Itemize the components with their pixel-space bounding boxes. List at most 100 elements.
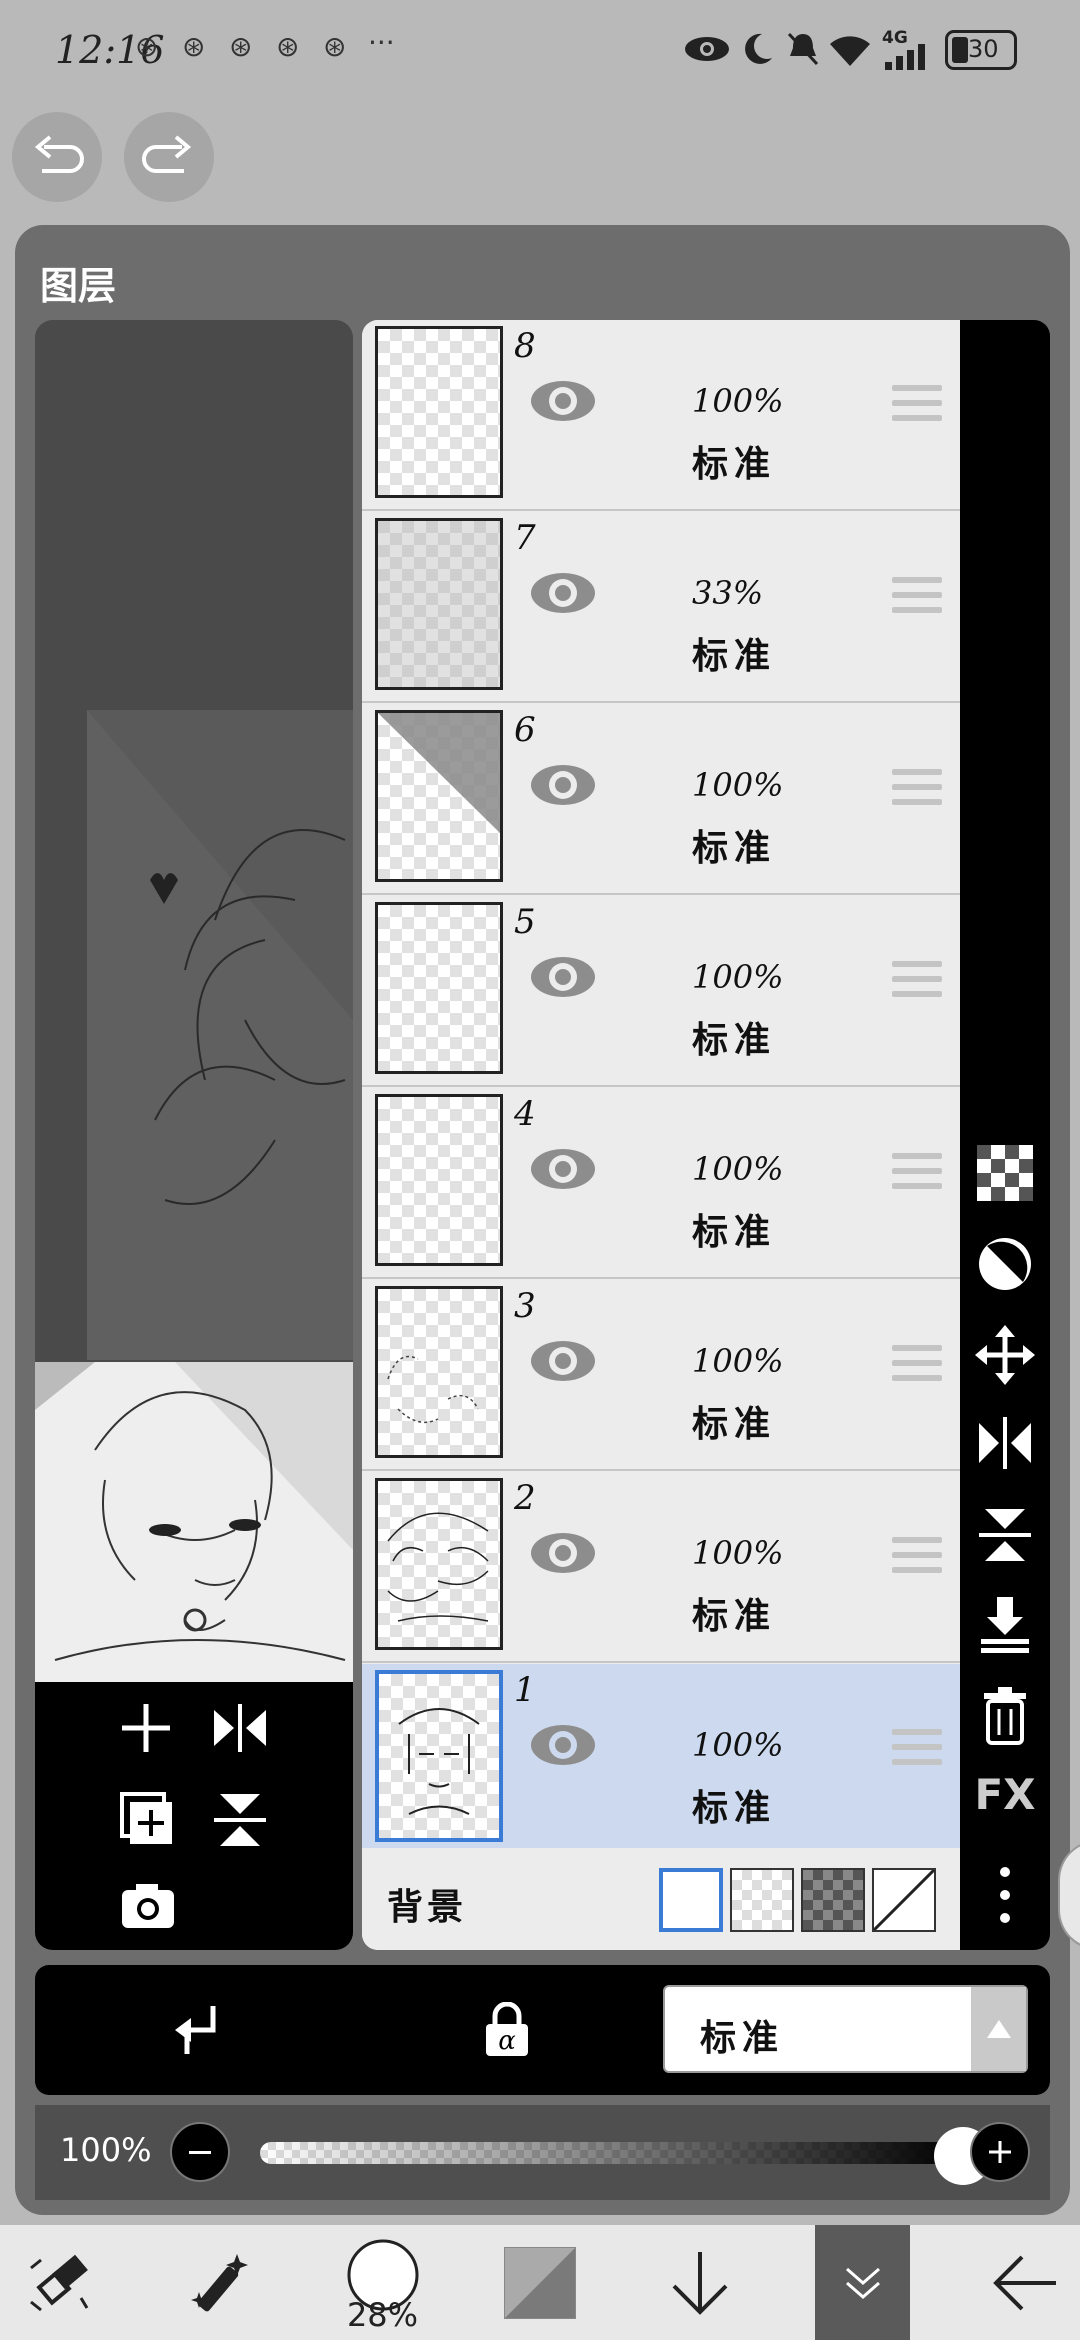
notification-icon: ⊛ — [135, 30, 159, 63]
layer-row-selected[interactable]: 1 100% 标准 — [362, 1664, 960, 1855]
alpha-lock-button[interactable]: α — [482, 2001, 532, 2058]
duplicate-layer-button[interactable] — [118, 1790, 178, 1850]
drag-handle-icon[interactable] — [892, 1153, 942, 1197]
drag-handle-icon[interactable] — [892, 577, 942, 621]
layer-blend-mode: 标准 — [692, 444, 777, 485]
visibility-eye-icon[interactable] — [527, 1714, 599, 1776]
undo-button[interactable] — [12, 112, 102, 202]
layer-opacity: 100% — [692, 1342, 784, 1380]
add-layer-button[interactable] — [118, 1700, 174, 1756]
layer-row[interactable]: 4 100% 标准 — [362, 1088, 960, 1279]
clipping-arrow-icon[interactable] — [165, 2000, 225, 2060]
plus-icon — [989, 2141, 1011, 2163]
redo-icon — [142, 135, 192, 173]
background-transparent-light-swatch[interactable] — [730, 1868, 794, 1932]
signal-icon — [885, 44, 925, 70]
layer-row[interactable]: 3 100% 标准 — [362, 1280, 960, 1471]
layer-number: 6 — [514, 710, 536, 750]
flip-layer-horizontal-button[interactable] — [960, 1415, 1050, 1471]
flip-horizontal-icon — [979, 1417, 1031, 1469]
status-bar: 12:16 ⊛ ⊛ ⊛ ⊛ ⊛ ··· 4G 30 — [0, 0, 1080, 110]
drag-handle-icon[interactable] — [892, 1537, 942, 1581]
half-circle-icon — [979, 1238, 1031, 1290]
drag-handle-icon[interactable] — [892, 769, 942, 813]
opacity-row: 100% — [35, 2105, 1050, 2200]
layer-opacity: 100% — [692, 382, 784, 420]
opacity-value: 100% — [60, 2131, 152, 2169]
more-options-button[interactable] — [960, 1865, 1050, 1925]
transparency-lock-button[interactable] — [960, 1145, 1050, 1201]
opacity-slider[interactable] — [260, 2142, 960, 2164]
background-white-swatch[interactable] — [659, 1868, 723, 1932]
visibility-eye-icon[interactable] — [527, 754, 599, 816]
layer-blend-mode: 标准 — [692, 636, 777, 677]
layer-opacity: 100% — [692, 1726, 784, 1764]
undo-icon — [34, 135, 84, 173]
layer-opacity: 100% — [692, 1150, 784, 1188]
layer-blend-mode: 标准 — [692, 1596, 777, 1637]
flip-vertical-button[interactable] — [210, 1790, 270, 1850]
redo-button[interactable] — [124, 112, 214, 202]
layer-number: 8 — [514, 326, 536, 366]
layers-panel-toggle-button[interactable] — [815, 2225, 910, 2340]
blend-mode-select[interactable]: 标准 — [663, 1985, 1028, 2073]
clipping-mask-button[interactable] — [960, 1235, 1050, 1293]
drag-handle-icon[interactable] — [892, 385, 942, 429]
brush-size-value: 28% — [346, 2295, 419, 2334]
visibility-eye-icon[interactable] — [527, 370, 599, 432]
camera-button[interactable] — [118, 1880, 178, 1930]
visibility-eye-icon[interactable] — [527, 562, 599, 624]
layer-row[interactable]: 6 100% 标准 — [362, 704, 960, 895]
more-vertical-icon — [1000, 1867, 1010, 1923]
dropdown-arrow-icon[interactable] — [971, 1987, 1026, 2071]
layer-opacity: 33% — [692, 574, 764, 612]
alpha-lock-icon: α — [486, 2001, 528, 2056]
background-none-swatch[interactable] — [872, 1868, 936, 1932]
layer-row[interactable]: 5 100% 标准 — [362, 896, 960, 1087]
visibility-eye-icon[interactable] — [527, 1138, 599, 1200]
layer-blend-mode: 标准 — [692, 1020, 777, 1061]
drag-handle-icon[interactable] — [892, 1345, 942, 1389]
brush-size-button[interactable]: 28% — [325, 2225, 440, 2340]
layer-thumbnail — [375, 326, 503, 498]
battery-level: 30 — [968, 35, 999, 63]
svg-text:α: α — [498, 2026, 516, 2056]
layer-number: 2 — [514, 1478, 536, 1518]
bottom-toolbar: 28% — [0, 2225, 1080, 2340]
visibility-eye-icon[interactable] — [527, 946, 599, 1008]
drag-handle-icon[interactable] — [892, 1729, 942, 1773]
eraser-tool-button[interactable] — [0, 2225, 115, 2340]
layer-thumbnail — [375, 1286, 503, 1458]
notification-icon: ⊛ — [323, 30, 347, 63]
visibility-eye-icon[interactable] — [527, 1522, 599, 1584]
layer-row[interactable]: 8 100% 标准 — [362, 320, 960, 511]
arrow-down-icon — [672, 2251, 728, 2315]
layer-row[interactable]: 7 33% 标准 — [362, 512, 960, 703]
opacity-decrease-button[interactable] — [170, 2122, 230, 2182]
drag-handle-icon[interactable] — [892, 961, 942, 1005]
visibility-eye-icon[interactable] — [527, 1330, 599, 1392]
layer-blend-mode: 标准 — [692, 1212, 777, 1253]
fx-button[interactable]: FX — [960, 1770, 1050, 1819]
color-layer-button[interactable] — [490, 2225, 590, 2340]
layer-blend-mode: 标准 — [692, 828, 777, 869]
back-button[interactable] — [975, 2225, 1075, 2340]
move-layer-button[interactable] — [960, 1325, 1050, 1385]
magic-brush-tool-button[interactable] — [165, 2225, 275, 2340]
layer-thumbnail — [375, 1670, 503, 1842]
layer-blend-mode: 标准 — [692, 1788, 777, 1829]
flip-horizontal-button[interactable] — [210, 1700, 270, 1756]
eraser-transform-icon — [29, 2254, 88, 2311]
more-dots-icon: ··· — [368, 26, 395, 59]
layer-row[interactable]: 2 100% 标准 — [362, 1472, 960, 1663]
background-transparent-dark-swatch[interactable] — [801, 1868, 865, 1932]
flip-vertical-icon — [979, 1509, 1031, 1561]
canvas-sketch — [35, 320, 353, 1950]
layer-opacity: 100% — [692, 1534, 784, 1572]
merge-down-button[interactable] — [960, 1595, 1050, 1655]
opacity-increase-button[interactable] — [970, 2122, 1030, 2182]
mute-icon — [787, 32, 819, 66]
flip-layer-vertical-button[interactable] — [960, 1505, 1050, 1565]
delete-layer-button[interactable] — [960, 1685, 1050, 1745]
down-arrow-button[interactable] — [650, 2225, 750, 2340]
